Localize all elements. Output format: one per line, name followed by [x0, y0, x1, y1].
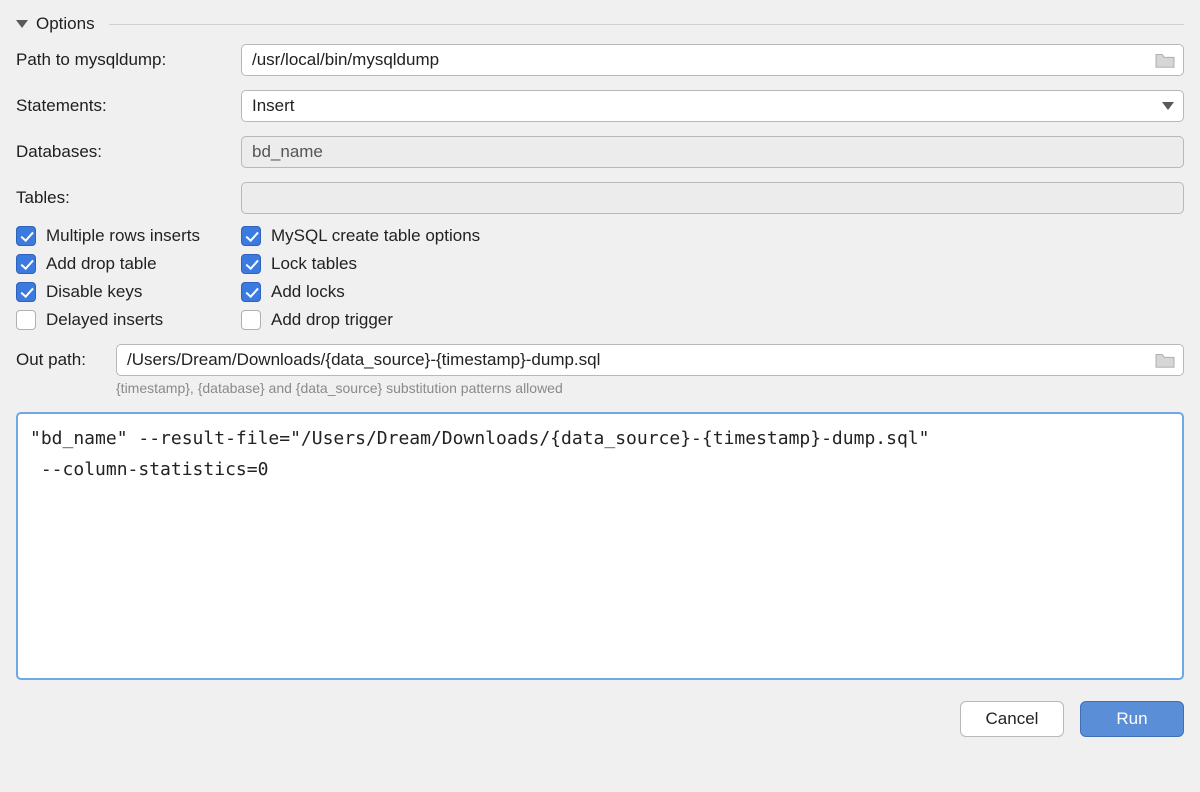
databases-input [241, 136, 1184, 168]
checkbox-grid: Multiple rows inserts MySQL create table… [16, 226, 1184, 330]
chk-multiple-rows[interactable]: Multiple rows inserts [16, 226, 241, 246]
statements-select[interactable] [241, 90, 1184, 122]
statements-label: Statements: [16, 96, 241, 116]
chk-delayed[interactable]: Delayed inserts [16, 310, 241, 330]
path-field-wrap [241, 44, 1184, 76]
options-form: Path to mysqldump: Statements: Databases… [16, 44, 1184, 214]
out-path-label: Out path: [16, 350, 106, 370]
chk-add-drop-table[interactable]: Add drop table [16, 254, 241, 274]
tables-input[interactable] [241, 182, 1184, 214]
path-label: Path to mysqldump: [16, 50, 241, 70]
chk-label: Add locks [271, 282, 345, 302]
checkbox-icon[interactable] [16, 226, 36, 246]
out-path-row: Out path: [16, 344, 1184, 376]
chk-mysql-create[interactable]: MySQL create table options [241, 226, 1184, 246]
chk-label: MySQL create table options [271, 226, 480, 246]
statements-field-wrap [241, 90, 1184, 122]
checkbox-icon[interactable] [241, 226, 261, 246]
checkbox-icon[interactable] [241, 310, 261, 330]
tables-field-wrap [241, 182, 1184, 214]
tables-label: Tables: [16, 188, 241, 208]
command-preview[interactable] [16, 412, 1184, 680]
divider [109, 24, 1184, 25]
chk-add-locks[interactable]: Add locks [241, 282, 1184, 302]
databases-field-wrap [241, 136, 1184, 168]
chk-label: Delayed inserts [46, 310, 163, 330]
chk-add-drop-trigger[interactable]: Add drop trigger [241, 310, 1184, 330]
checkbox-icon[interactable] [16, 282, 36, 302]
cancel-button[interactable]: Cancel [960, 701, 1064, 737]
run-button[interactable]: Run [1080, 701, 1184, 737]
section-header[interactable]: Options [16, 14, 1184, 34]
chk-label: Disable keys [46, 282, 142, 302]
out-path-field-wrap [116, 344, 1184, 376]
out-path-hint: {timestamp}, {database} and {data_source… [116, 380, 1184, 396]
chk-lock-tables[interactable]: Lock tables [241, 254, 1184, 274]
chk-label: Add drop table [46, 254, 157, 274]
chk-label: Add drop trigger [271, 310, 393, 330]
chk-disable-keys[interactable]: Disable keys [16, 282, 241, 302]
mysqldump-path-input[interactable] [241, 44, 1184, 76]
checkbox-icon[interactable] [16, 310, 36, 330]
dialog-footer: Cancel Run [16, 701, 1184, 737]
section-title: Options [36, 14, 95, 34]
checkbox-icon[interactable] [241, 254, 261, 274]
collapse-toggle-icon[interactable] [16, 20, 28, 28]
out-path-input[interactable] [116, 344, 1184, 376]
databases-label: Databases: [16, 142, 241, 162]
chk-label: Lock tables [271, 254, 357, 274]
chk-label: Multiple rows inserts [46, 226, 200, 246]
checkbox-icon[interactable] [16, 254, 36, 274]
checkbox-icon[interactable] [241, 282, 261, 302]
